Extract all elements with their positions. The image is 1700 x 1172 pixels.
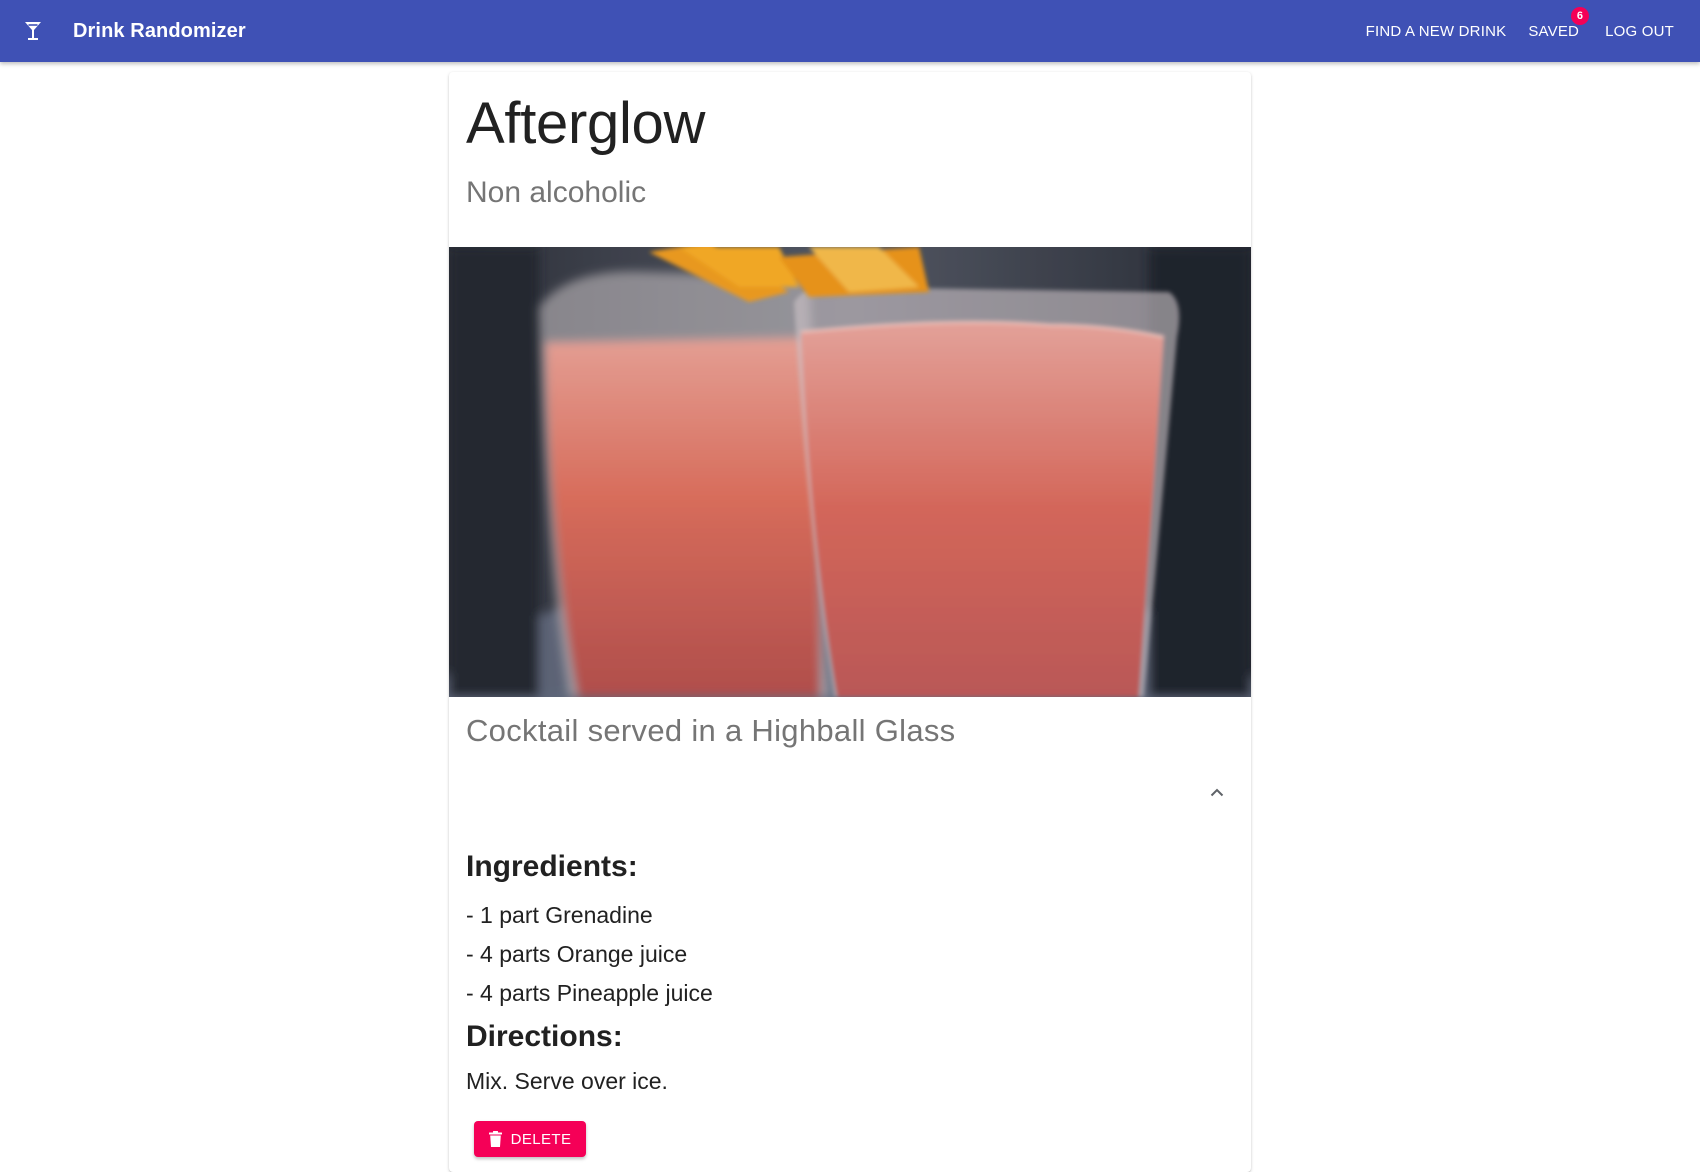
saved-label: SAVED	[1528, 22, 1580, 40]
ingredient-item: - 4 parts Orange juice	[466, 941, 688, 967]
trash-icon	[488, 1131, 502, 1147]
drink-photo	[449, 247, 1251, 697]
find-new-drink-button[interactable]: FIND A NEW DRINK	[1354, 15, 1519, 48]
directions-heading: Directions:	[466, 1020, 623, 1053]
app-title: Drink Randomizer	[73, 19, 246, 42]
ingredients-heading: Ingredients:	[466, 850, 638, 883]
ingredient-item: - 1 part Grenadine	[466, 902, 653, 928]
logout-button[interactable]: LOG OUT	[1593, 15, 1686, 48]
app-bar: Drink Randomizer FIND A NEW DRINK SAVED …	[0, 0, 1700, 62]
delete-label: DELETE	[510, 1130, 572, 1148]
delete-button[interactable]: DELETE	[474, 1121, 586, 1157]
glass-type: Cocktail served in a Highball Glass	[466, 713, 956, 748]
cocktail-glass-icon	[22, 20, 44, 42]
drink-category: Non alcoholic	[466, 176, 647, 209]
top-nav: FIND A NEW DRINK SAVED 6 LOG OUT	[1354, 6, 1686, 48]
card-header: Afterglow Non alcoholic	[449, 72, 1251, 212]
drink-name: Afterglow	[466, 91, 706, 156]
directions-text: Mix. Serve over ice.	[466, 1068, 668, 1094]
chevron-up-icon	[1210, 788, 1224, 796]
drink-card: Afterglow Non alcoholic Cocktail served …	[449, 72, 1251, 1172]
saved-count-badge: 6	[1571, 6, 1590, 25]
ingredient-item: - 4 parts Pineapple juice	[466, 980, 713, 1006]
collapse-button[interactable]	[1199, 774, 1235, 810]
saved-button[interactable]: SAVED 6	[1516, 6, 1591, 48]
